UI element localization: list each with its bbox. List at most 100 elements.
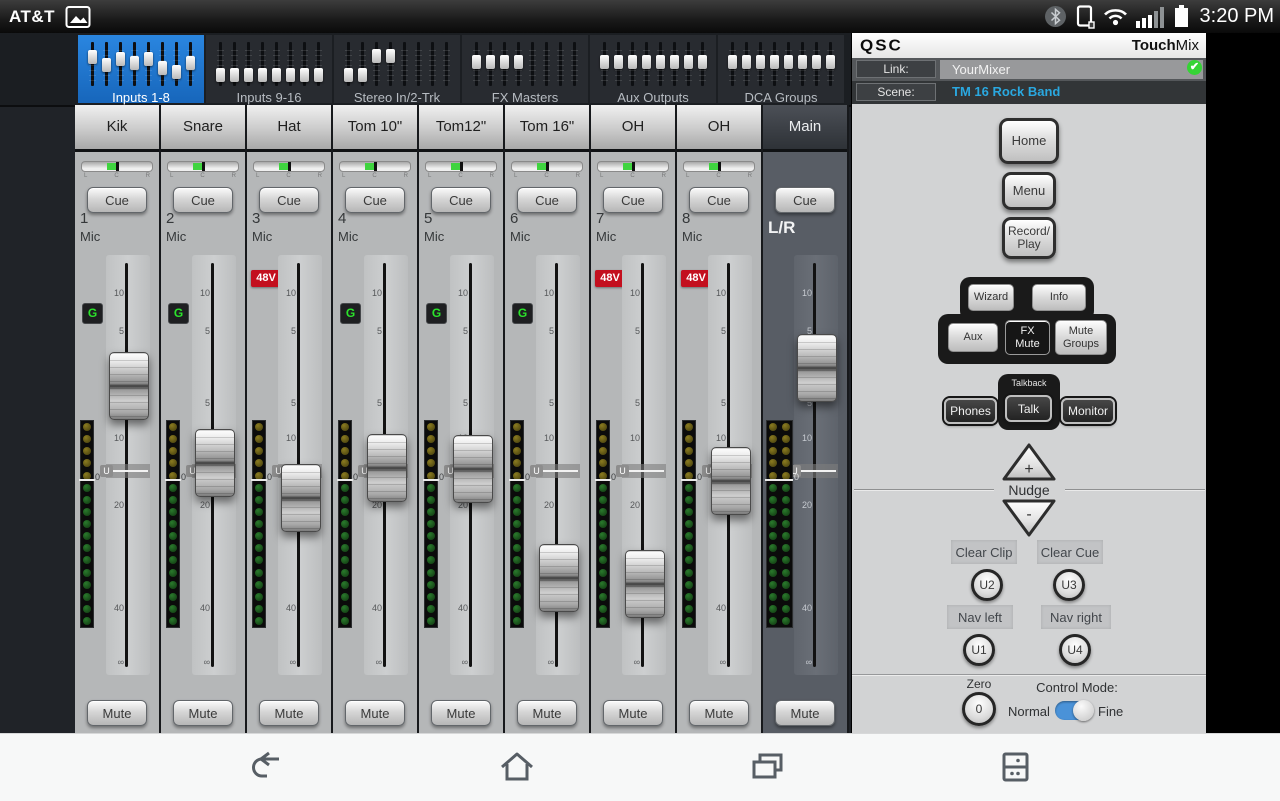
fader-scale-label: 5 — [280, 326, 296, 336]
fx-mute-button[interactable]: FX Mute — [1005, 320, 1050, 355]
pan-center-marker — [374, 162, 377, 171]
nav-left-label[interactable]: Nav left — [947, 605, 1013, 629]
talk-button[interactable]: Talk — [1005, 395, 1052, 422]
zero-button[interactable]: 0 — [962, 692, 996, 726]
cue-button[interactable]: Cue — [517, 187, 577, 213]
mini-fader-cap — [186, 56, 195, 70]
meter-led — [782, 544, 790, 552]
user-button-u3[interactable]: U3 — [1053, 569, 1085, 601]
cue-button[interactable]: Cue — [689, 187, 749, 213]
channel-name-button[interactable]: Snare — [161, 105, 245, 152]
mute-button[interactable]: Mute — [517, 700, 577, 726]
fader-handle[interactable] — [453, 435, 493, 503]
bank-tab-fx-masters[interactable]: FX Masters — [462, 35, 588, 103]
channel-name-button[interactable]: Tom 10" — [333, 105, 417, 152]
aux-button[interactable]: Aux — [948, 323, 998, 352]
scene-value[interactable]: TM 16 Rock Band — [952, 84, 1060, 99]
mute-button[interactable]: Mute — [259, 700, 319, 726]
cue-button[interactable]: Cue — [87, 187, 147, 213]
bank-tab-inputs-9-16[interactable]: Inputs 9-16 — [206, 35, 332, 103]
pan-slider[interactable]: LCR — [339, 161, 411, 179]
mute-button[interactable]: Mute — [689, 700, 749, 726]
fader-handle[interactable] — [195, 429, 235, 497]
home-button[interactable]: Home — [999, 118, 1059, 164]
fader-scale-label: 20 — [624, 500, 640, 510]
cue-button[interactable]: Cue — [173, 187, 233, 213]
clear-cue-label[interactable]: Clear Cue — [1037, 540, 1103, 564]
mute-groups-button[interactable]: Mute Groups — [1055, 320, 1107, 355]
channel-name-button[interactable]: Kik — [75, 105, 159, 152]
fader-handle[interactable] — [367, 434, 407, 502]
phones-button[interactable]: Phones — [944, 398, 997, 424]
mini-fader-cap — [130, 56, 139, 70]
home-icon[interactable] — [498, 749, 536, 785]
cue-button[interactable]: Cue — [775, 187, 835, 213]
channel-name-button[interactable]: Hat — [247, 105, 331, 152]
channel-name-button[interactable]: OH — [591, 105, 675, 152]
fader-handle[interactable] — [711, 447, 751, 515]
fader-handle[interactable] — [625, 550, 665, 618]
channel-name-button[interactable]: Tom12" — [419, 105, 503, 152]
split-screen-icon[interactable] — [996, 749, 1034, 785]
mute-button[interactable]: Mute — [345, 700, 405, 726]
meter-led — [341, 617, 349, 625]
nudge-minus-button[interactable]: - — [1000, 497, 1058, 539]
meter-led — [769, 508, 777, 516]
mute-button[interactable]: Mute — [603, 700, 663, 726]
meter-led — [83, 508, 91, 516]
meter-led — [685, 556, 693, 564]
pan-slider[interactable]: LCR — [683, 161, 755, 179]
back-icon[interactable] — [248, 749, 286, 785]
cue-button[interactable]: Cue — [603, 187, 663, 213]
menu-button[interactable]: Menu — [1002, 172, 1056, 210]
pan-slider[interactable]: LCR — [597, 161, 669, 179]
fader-scale-label: 5 — [452, 326, 468, 336]
fader-handle[interactable] — [539, 544, 579, 612]
monitor-button[interactable]: Monitor — [1061, 398, 1115, 424]
cue-button[interactable]: Cue — [259, 187, 319, 213]
bank-tab-inputs-1-8[interactable]: Inputs 1-8 — [78, 35, 204, 103]
mute-button[interactable]: Mute — [173, 700, 233, 726]
bank-tab-stereo-in-2-trk[interactable]: Stereo In/2-Trk — [334, 35, 460, 103]
fader-scale-label: 20 — [108, 500, 124, 510]
meter-led — [255, 593, 263, 601]
pan-slider[interactable]: LCR — [167, 161, 239, 179]
bank-tab-dca-groups[interactable]: DCA Groups — [718, 35, 844, 103]
channel-name-button[interactable]: Tom 16" — [505, 105, 589, 152]
nav-right-label[interactable]: Nav right — [1041, 605, 1111, 629]
meter-row — [425, 593, 437, 601]
pan-slider[interactable]: LCR — [511, 161, 583, 179]
pan-slider[interactable]: LCR — [81, 161, 153, 179]
bank-tab-aux-outputs[interactable]: Aux Outputs — [590, 35, 716, 103]
control-mode-toggle[interactable] — [1055, 701, 1093, 720]
pan-slider[interactable]: LCR — [253, 161, 325, 179]
unity-label: U — [100, 465, 113, 477]
meter-led — [83, 556, 91, 564]
mini-fader — [475, 42, 478, 86]
record-play-button[interactable]: Record/ Play — [1002, 217, 1056, 259]
fader-handle[interactable] — [281, 464, 321, 532]
cue-button[interactable]: Cue — [345, 187, 405, 213]
cue-button[interactable]: Cue — [431, 187, 491, 213]
nudge-plus-button[interactable]: + — [1000, 441, 1058, 483]
channel-name-button[interactable]: OH — [677, 105, 761, 152]
mute-button[interactable]: Mute — [775, 700, 835, 726]
user-button-u1[interactable]: U1 — [963, 634, 995, 666]
wizard-button[interactable]: Wizard — [968, 284, 1014, 311]
level-meter — [596, 420, 610, 628]
mute-button[interactable]: Mute — [87, 700, 147, 726]
channel-name-button[interactable]: Main — [763, 105, 847, 152]
clear-clip-label[interactable]: Clear Clip — [951, 540, 1017, 564]
fader-handle[interactable] — [109, 352, 149, 420]
user-button-u2[interactable]: U2 — [971, 569, 1003, 601]
mute-button[interactable]: Mute — [431, 700, 491, 726]
pan-scale-labels: LCR — [683, 173, 755, 179]
link-value[interactable]: YourMixer — [940, 60, 1203, 79]
pan-slider[interactable]: LCR — [425, 161, 497, 179]
info-button[interactable]: Info — [1032, 284, 1086, 311]
screenshot-image-icon — [65, 5, 91, 29]
fader-handle[interactable] — [797, 334, 837, 402]
recents-icon[interactable] — [748, 749, 786, 785]
meter-led — [599, 459, 607, 467]
user-button-u4[interactable]: U4 — [1059, 634, 1091, 666]
